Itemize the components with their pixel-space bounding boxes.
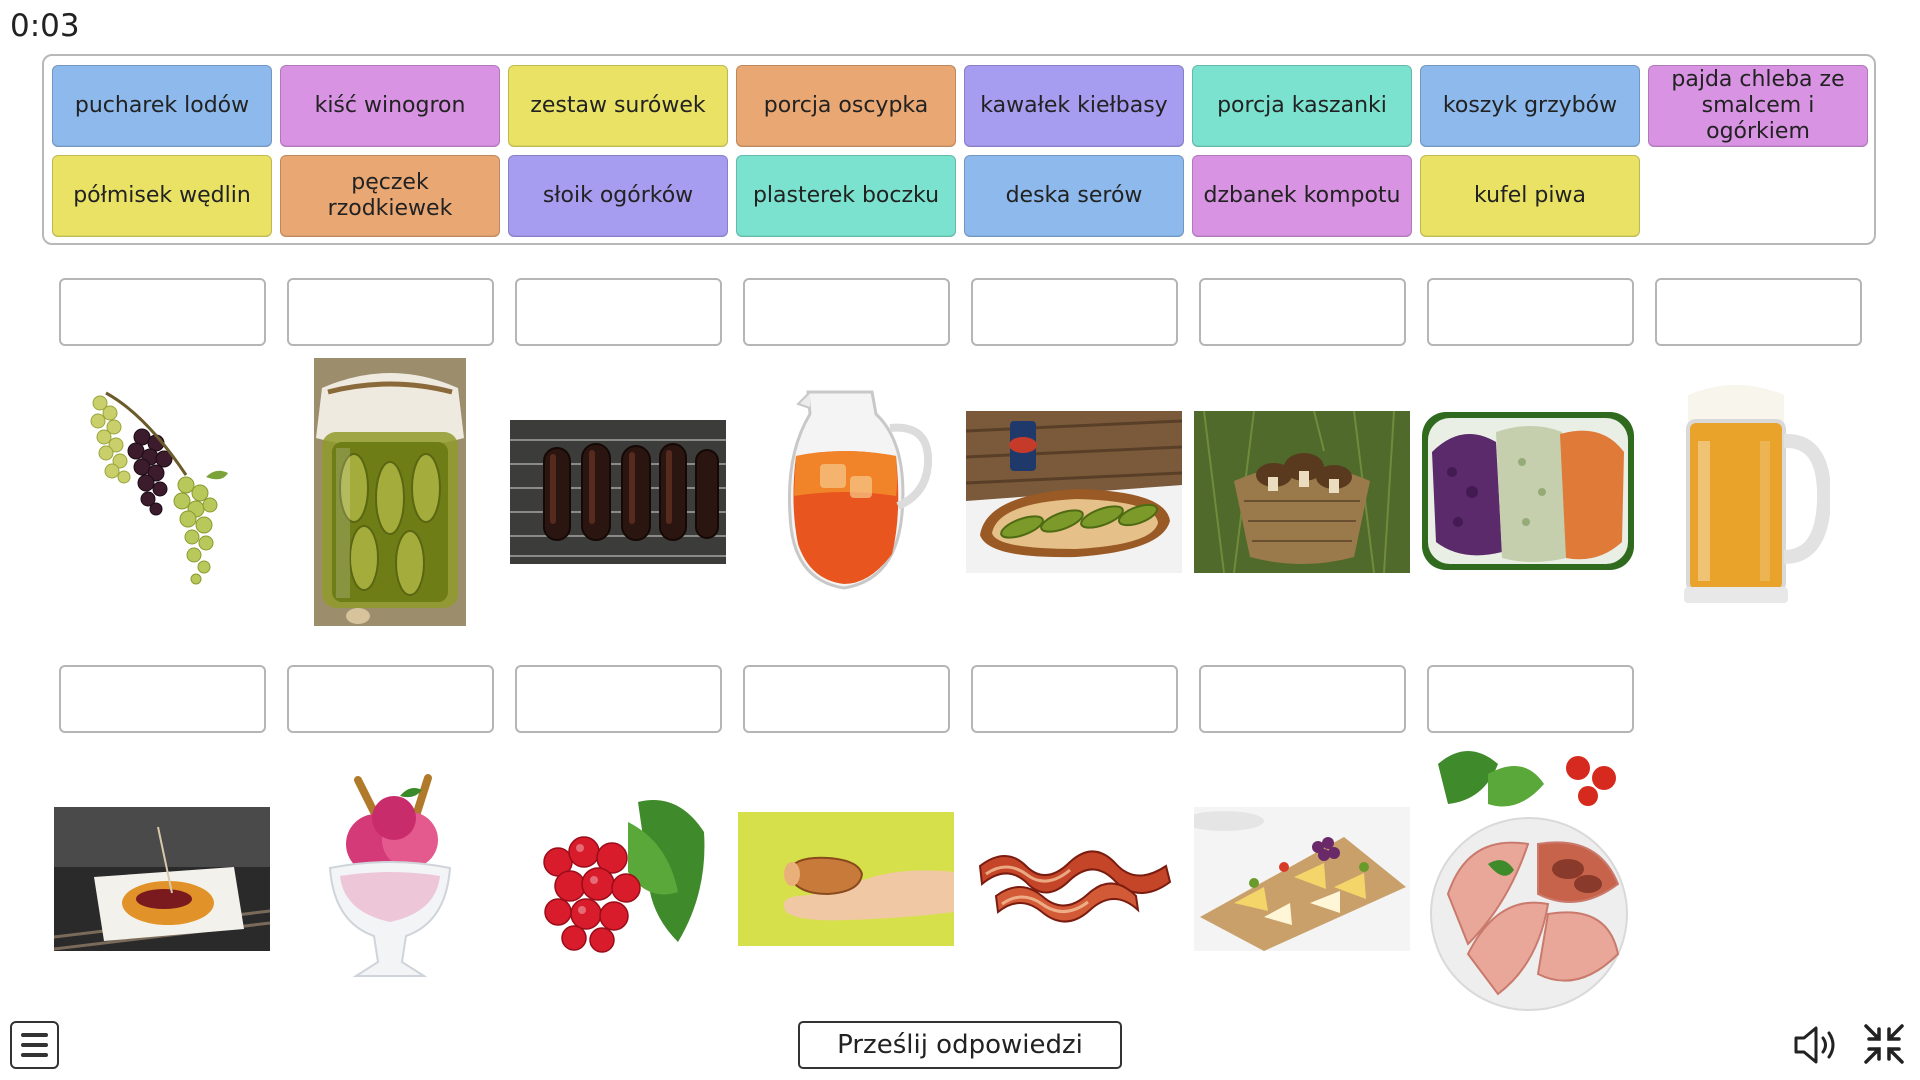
- tile-pucharek-lodow[interactable]: pucharek lodów: [52, 65, 272, 147]
- drop-zone[interactable]: [1199, 278, 1406, 346]
- radish-bunch-image: [528, 792, 718, 960]
- tile-deska-serow[interactable]: deska serów: [964, 155, 1184, 237]
- drop-zone[interactable]: [515, 278, 722, 346]
- exit-fullscreen-icon: [1864, 1024, 1904, 1064]
- black-pudding-image: [510, 420, 726, 564]
- hamburger-menu-icon: [21, 1033, 48, 1037]
- salads-image: [1422, 412, 1634, 570]
- exit-fullscreen-button[interactable]: [1862, 1022, 1906, 1066]
- tile-zestaw-surowek[interactable]: zestaw surówek: [508, 65, 728, 147]
- tile-porcja-kaszanki[interactable]: porcja kaszanki: [1192, 65, 1412, 147]
- drop-zone[interactable]: [287, 665, 494, 733]
- tile-kawalek-kielbasy[interactable]: kawałek kiełbasy: [964, 65, 1184, 147]
- tile-koszyk-grzybow[interactable]: koszyk grzybów: [1420, 65, 1640, 147]
- tile-polmisek-wedlin[interactable]: półmisek wędlin: [52, 155, 272, 237]
- drop-zone[interactable]: [743, 665, 950, 733]
- menu-button[interactable]: [10, 1021, 59, 1069]
- beer-mug-image: [1680, 381, 1830, 607]
- sound-button[interactable]: [1792, 1024, 1838, 1066]
- word-bank: pucharek lodów kiść winogron zestaw suró…: [42, 54, 1876, 245]
- tile-dzbanek-kompotu[interactable]: dzbanek kompotu: [1192, 155, 1412, 237]
- tile-kufel-piwa[interactable]: kufel piwa: [1420, 155, 1640, 237]
- submit-answers-button[interactable]: Prześlij odpowiedzi: [798, 1021, 1122, 1069]
- bread-lard-pickle-image: [966, 411, 1182, 573]
- cold-cuts-platter-image: [1428, 744, 1630, 1014]
- drop-zone[interactable]: [971, 665, 1178, 733]
- grapes-image: [86, 385, 242, 597]
- drop-zone[interactable]: [287, 278, 494, 346]
- tile-kisc-winogron[interactable]: kiść winogron: [280, 65, 500, 147]
- hamburger-menu-icon-bar: [21, 1053, 48, 1057]
- compote-jug-image: [780, 384, 932, 598]
- drop-zone[interactable]: [1199, 665, 1406, 733]
- mushroom-basket-image: [1194, 411, 1410, 573]
- drop-zone[interactable]: [1427, 278, 1634, 346]
- hamburger-menu-icon-bar: [21, 1043, 48, 1047]
- sausage-piece-image: [738, 812, 954, 946]
- cheese-board-image: [1194, 807, 1410, 951]
- drop-zone[interactable]: [971, 278, 1178, 346]
- bacon-slices-image: [976, 826, 1174, 934]
- oscypek-image: [54, 807, 270, 951]
- tile-peczek-rzodkiewek[interactable]: pęczek rzodkiewek: [280, 155, 500, 237]
- tile-pajda-chleba[interactable]: pajda chleba ze smalcem i ogórkiem: [1648, 65, 1868, 147]
- timer: 0:03: [10, 8, 80, 44]
- speaker-icon: [1794, 1026, 1835, 1064]
- drop-zone[interactable]: [59, 665, 266, 733]
- pickle-jar-image: [314, 358, 466, 626]
- tile-plasterek-boczku[interactable]: plasterek boczku: [736, 155, 956, 237]
- drop-zone[interactable]: [1655, 278, 1862, 346]
- drop-zone[interactable]: [743, 278, 950, 346]
- drop-zone[interactable]: [59, 278, 266, 346]
- tile-porcja-oscypka[interactable]: porcja oscypka: [736, 65, 956, 147]
- drop-zone[interactable]: [1427, 665, 1634, 733]
- tile-sloik-ogorkow[interactable]: słoik ogórków: [508, 155, 728, 237]
- drop-zone[interactable]: [515, 665, 722, 733]
- ice-cream-cup-image: [318, 772, 462, 986]
